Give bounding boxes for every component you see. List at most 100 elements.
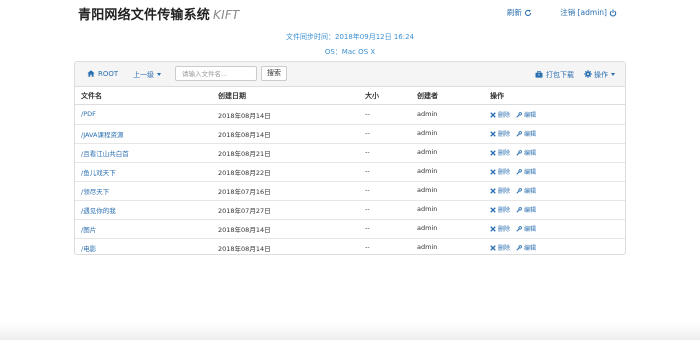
top-navbar: 青阳网络文件传输系统 KIFT 刷新 注销 [admin] — [0, 0, 700, 26]
row-operations: 删除 编辑 — [490, 224, 536, 233]
creator: admin — [417, 167, 438, 175]
refresh-label: 刷新 — [506, 8, 522, 17]
search-button[interactable]: 搜索 — [261, 66, 287, 81]
folder-link[interactable]: /图片 — [81, 224, 96, 234]
edit-button[interactable]: 编辑 — [516, 226, 536, 233]
creator: admin — [417, 148, 438, 156]
caret-down-icon — [611, 73, 615, 76]
table-row: /JAVA课程资源 2018年08月14日 -- admin 删除 编辑 — [75, 124, 625, 144]
operations-label: 操作 — [594, 71, 608, 79]
file-size: -- — [365, 167, 370, 175]
root-button[interactable]: ROOT — [87, 70, 118, 78]
folder-link[interactable]: /电影 — [81, 243, 96, 253]
file-size: -- — [365, 243, 370, 251]
gear-icon — [584, 70, 592, 78]
wrench-icon — [516, 245, 522, 251]
file-size: -- — [365, 129, 370, 137]
edit-label: 编辑 — [524, 112, 537, 119]
created-date: 2018年08月14日 — [218, 112, 271, 120]
edit-button[interactable]: 编辑 — [516, 245, 536, 252]
table-header: 文件名 创建日期 大小 创建者 操作 — [75, 86, 625, 105]
root-label: ROOT — [98, 70, 119, 78]
folder-link[interactable]: /鱼儿戏天下 — [81, 167, 116, 177]
edit-button[interactable]: 编辑 — [516, 131, 536, 138]
created-date: 2018年08月21日 — [218, 150, 271, 158]
folder-link[interactable]: /领尽天下 — [81, 186, 109, 196]
delete-button[interactable]: 删除 — [490, 112, 510, 119]
wrench-icon — [516, 112, 522, 118]
row-operations: 删除 编辑 — [490, 186, 536, 195]
remove-icon — [490, 169, 496, 175]
brand-title: 青阳网络文件传输系统 — [78, 8, 211, 23]
delete-label: 删除 — [498, 112, 511, 119]
brand-subtitle: KIFT — [213, 8, 240, 22]
remove-icon — [490, 150, 496, 156]
table-row: /PDF 2018年08月14日 -- admin 删除 编辑 — [75, 105, 625, 125]
wrench-icon — [516, 226, 522, 232]
delete-button[interactable]: 删除 — [490, 169, 510, 176]
brand[interactable]: 青阳网络文件传输系统 KIFT — [78, 4, 239, 23]
pack-download-button[interactable]: 打包下载 — [535, 70, 574, 80]
row-operations: 删除 编辑 — [490, 110, 536, 119]
delete-label: 删除 — [498, 245, 511, 252]
delete-button[interactable]: 删除 — [490, 226, 510, 233]
created-date: 2018年07月16日 — [218, 188, 271, 196]
delete-button[interactable]: 删除 — [490, 131, 510, 138]
folder-link[interactable]: /遇见你的我 — [81, 205, 116, 215]
header-filename: 文件名 — [81, 92, 102, 100]
filename-search-input[interactable] — [175, 66, 257, 81]
logout-label: 注销 [admin] — [560, 8, 607, 17]
toolbar: ROOT 上一级 搜索 打包下载 操作 — [75, 62, 625, 87]
created-date: 2018年08月22日 — [218, 169, 271, 177]
creator: admin — [417, 186, 438, 194]
briefcase-icon — [535, 71, 543, 78]
delete-button[interactable]: 删除 — [490, 245, 510, 252]
edit-button[interactable]: 编辑 — [516, 188, 536, 195]
delete-label: 删除 — [498, 226, 511, 233]
edit-button[interactable]: 编辑 — [516, 207, 536, 214]
refresh-link[interactable]: 刷新 — [507, 8, 532, 17]
file-size: -- — [365, 186, 370, 194]
delete-label: 删除 — [498, 169, 511, 176]
edit-button[interactable]: 编辑 — [516, 150, 536, 157]
table-row: /且看江山共白首 2018年08月21日 -- admin 删除 编辑 — [75, 143, 625, 163]
remove-icon — [490, 112, 496, 118]
wrench-icon — [516, 169, 522, 175]
edit-button[interactable]: 编辑 — [516, 169, 536, 176]
edit-label: 编辑 — [524, 245, 537, 252]
operations-dropdown[interactable]: 操作 — [584, 70, 615, 80]
edit-label: 编辑 — [524, 150, 537, 157]
home-icon — [87, 70, 95, 77]
creator: admin — [417, 205, 438, 213]
caret-down-icon — [157, 73, 161, 76]
edit-button[interactable]: 编辑 — [516, 112, 536, 119]
row-operations: 删除 编辑 — [490, 167, 536, 176]
refresh-icon — [524, 9, 531, 17]
file-size: -- — [365, 224, 370, 232]
file-panel: ROOT 上一级 搜索 打包下载 操作 文件名 创建日期 大小 创建者 操作 /… — [74, 61, 626, 255]
wrench-icon — [516, 207, 522, 213]
creator: admin — [417, 224, 438, 232]
pack-download-label: 打包下载 — [546, 71, 574, 79]
folder-link[interactable]: /且看江山共白首 — [81, 148, 129, 158]
creator: admin — [417, 129, 438, 137]
delete-button[interactable]: 删除 — [490, 188, 510, 195]
nav-right: 刷新 注销 [admin] — [481, 7, 617, 18]
file-size: -- — [365, 148, 370, 156]
up-level-dropdown[interactable]: 上一级 — [133, 70, 161, 80]
delete-button[interactable]: 删除 — [490, 150, 510, 157]
delete-label: 删除 — [498, 131, 511, 138]
wrench-icon — [516, 150, 522, 156]
up-level-label: 上一级 — [133, 71, 154, 79]
folder-link[interactable]: /JAVA课程资源 — [81, 129, 124, 139]
os-text: OS：Mac OS X — [324, 48, 376, 56]
power-icon — [609, 9, 617, 17]
edit-label: 编辑 — [524, 207, 537, 214]
logout-link[interactable]: 注销 [admin] — [560, 8, 617, 17]
delete-button[interactable]: 删除 — [490, 207, 510, 214]
folder-link[interactable]: /PDF — [81, 110, 96, 118]
edit-label: 编辑 — [524, 169, 537, 176]
table-row: /鱼儿戏天下 2018年08月22日 -- admin 删除 编辑 — [75, 162, 625, 182]
page-bottom-fade — [0, 322, 700, 340]
remove-icon — [490, 245, 496, 251]
